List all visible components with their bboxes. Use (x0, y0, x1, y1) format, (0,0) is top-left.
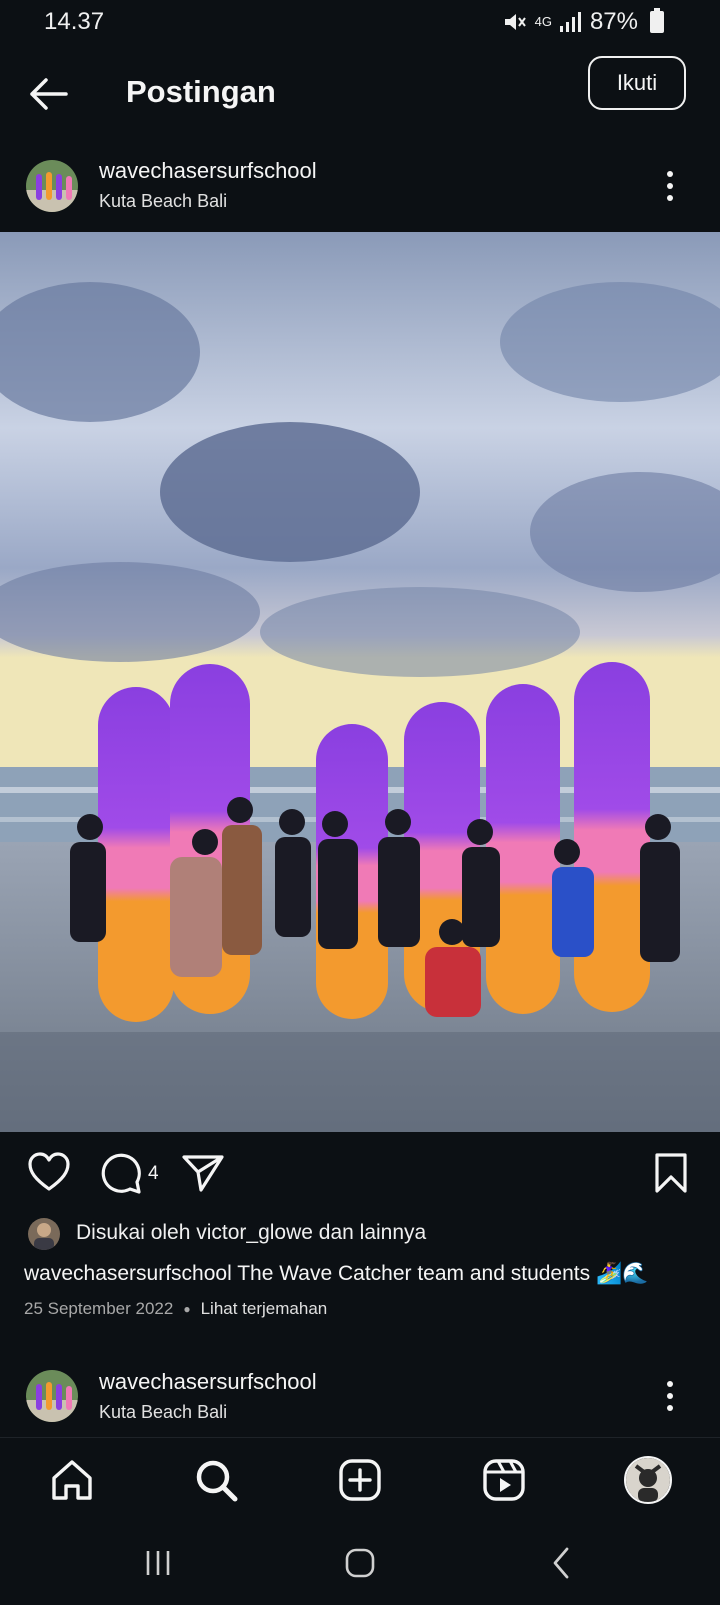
post-date: 25 September 2022 (24, 1299, 174, 1318)
battery-icon (650, 8, 664, 33)
next-post-author-avatar[interactable] (26, 1370, 78, 1422)
profile-avatar[interactable] (624, 1456, 672, 1504)
bottom-navigation (0, 1437, 720, 1522)
next-post-location[interactable]: Kuta Beach Bali (99, 1402, 227, 1423)
back-arrow-icon[interactable] (26, 72, 70, 116)
save-bookmark-icon[interactable] (653, 1152, 689, 1194)
mute-icon (504, 14, 526, 30)
post-caption: wavechasersurfschool The Wave Catcher te… (24, 1262, 649, 1285)
post-image[interactable] (0, 232, 720, 1132)
comment-count: 4 (148, 1163, 159, 1184)
separator-dot: ● (183, 1302, 191, 1316)
post-username[interactable]: wavechasersurfschool (99, 158, 317, 184)
home-icon[interactable] (48, 1456, 96, 1504)
post-meta: 25 September 2022 ● Lihat terjemahan (24, 1299, 327, 1319)
comment-icon[interactable] (99, 1152, 143, 1196)
home-button-icon[interactable] (338, 1541, 382, 1585)
post-author-avatar[interactable] (26, 160, 78, 212)
search-icon[interactable] (192, 1456, 240, 1504)
next-post-username[interactable]: wavechasersurfschool (99, 1369, 317, 1395)
signal-icon (559, 12, 581, 32)
page-title: Postingan (126, 74, 276, 109)
create-post-icon[interactable] (336, 1456, 384, 1504)
status-icons: 4G 87% (503, 8, 664, 36)
post-location[interactable]: Kuta Beach Bali (99, 191, 227, 212)
recent-apps-icon[interactable] (136, 1541, 180, 1585)
back-button-icon[interactable] (540, 1541, 584, 1585)
follow-button[interactable]: Ikuti (588, 56, 686, 110)
liked-by-text[interactable]: Disukai oleh victor_glowe dan lainnya (76, 1221, 426, 1245)
battery-percent: 87% (589, 8, 638, 35)
system-navigation-bar (0, 1521, 720, 1605)
share-send-icon[interactable] (181, 1153, 225, 1193)
liker-avatar[interactable] (28, 1218, 60, 1250)
reels-icon[interactable] (480, 1456, 528, 1504)
more-options-icon[interactable] (658, 166, 682, 206)
network-type: 4G (534, 14, 552, 29)
like-heart-icon[interactable] (27, 1152, 71, 1192)
status-time: 14.37 (44, 8, 105, 35)
next-post-more-options-icon[interactable] (658, 1376, 682, 1416)
see-translation-link[interactable]: Lihat terjemahan (201, 1299, 328, 1319)
